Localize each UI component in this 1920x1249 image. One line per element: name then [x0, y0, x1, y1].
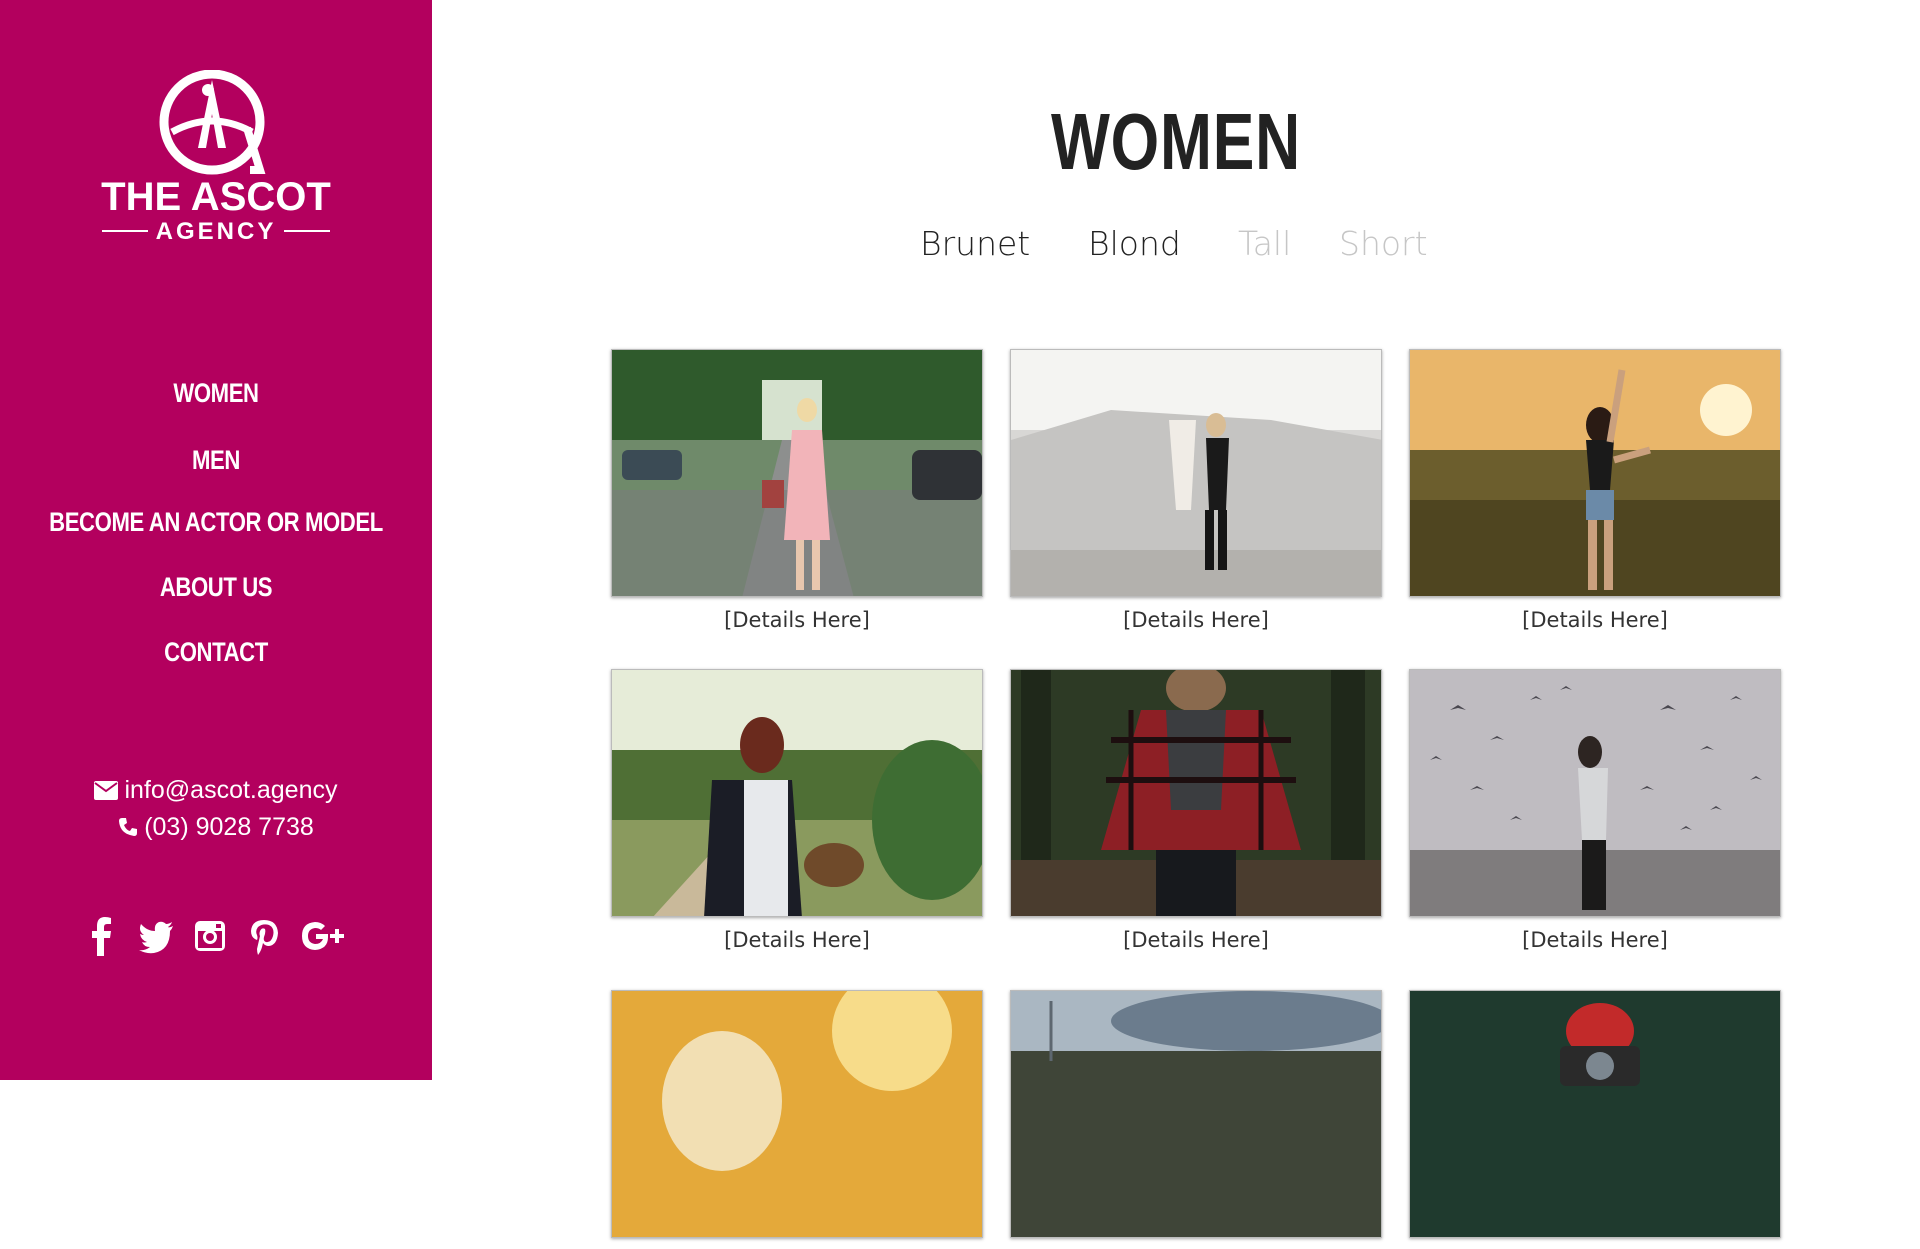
logo-line1: THE ASCOT: [101, 175, 331, 219]
phone-icon: [118, 815, 138, 844]
nav-about-us[interactable]: ABOUT US: [39, 572, 393, 603]
model-card[interactable]: [Details Here]: [611, 669, 983, 952]
twitter-icon[interactable]: [138, 916, 174, 956]
nav-women[interactable]: WOMEN: [39, 378, 393, 409]
model-photo[interactable]: [611, 669, 983, 917]
model-caption: [Details Here]: [1123, 608, 1269, 632]
pinterest-icon[interactable]: [246, 916, 282, 956]
model-card[interactable]: [Details Here]: [1409, 349, 1781, 632]
model-card[interactable]: [1010, 990, 1382, 1249]
model-caption: [Details Here]: [724, 608, 870, 632]
model-caption: [Details Here]: [1522, 928, 1668, 952]
filter-brunet[interactable]: Brunet: [920, 224, 1030, 263]
model-caption: [Details Here]: [724, 928, 870, 952]
model-card[interactable]: [Details Here]: [1409, 669, 1781, 952]
filter-short[interactable]: Short: [1339, 224, 1428, 263]
model-photo[interactable]: [611, 349, 983, 597]
contact-email[interactable]: info@ascot.agency: [124, 776, 337, 804]
logo-line2: AGENCY: [156, 218, 277, 245]
filter-tall[interactable]: Tall: [1238, 224, 1291, 263]
model-card[interactable]: [611, 990, 983, 1249]
model-card[interactable]: [1409, 990, 1781, 1249]
facebook-icon[interactable]: [84, 916, 120, 956]
model-card[interactable]: [Details Here]: [1010, 669, 1382, 952]
model-card[interactable]: [Details Here]: [1010, 349, 1382, 632]
model-photo[interactable]: [1409, 990, 1781, 1238]
nav-contact[interactable]: CONTACT: [39, 637, 393, 668]
model-photo[interactable]: [611, 990, 983, 1238]
sidebar: THE ASCOT AGENCY WOMEN MEN BECOME AN ACT…: [0, 0, 432, 1080]
model-photo[interactable]: [1409, 349, 1781, 597]
contact-email-row[interactable]: info@ascot.agency: [0, 776, 432, 807]
model-photo[interactable]: [1010, 990, 1382, 1238]
instagram-icon[interactable]: [192, 916, 228, 956]
page-title: WOMEN: [1050, 97, 1301, 186]
model-card[interactable]: [Details Here]: [611, 349, 983, 632]
model-caption: [Details Here]: [1123, 928, 1269, 952]
nav-become-actor-model[interactable]: BECOME AN ACTOR OR MODEL: [39, 507, 393, 538]
nav-men[interactable]: MEN: [39, 445, 393, 476]
model-photo[interactable]: [1010, 669, 1382, 917]
model-photo[interactable]: [1409, 669, 1781, 917]
envelope-icon: [94, 778, 119, 807]
model-photo[interactable]: [1010, 349, 1382, 597]
filter-blond[interactable]: Blond: [1088, 224, 1181, 263]
ascot-agency-logo[interactable]: THE ASCOT AGENCY: [92, 70, 340, 246]
contact-phone[interactable]: (03) 9028 7738: [144, 813, 314, 841]
model-caption: [Details Here]: [1522, 608, 1668, 632]
contact-phone-row[interactable]: (03) 9028 7738: [0, 813, 432, 844]
google-plus-icon[interactable]: [300, 916, 348, 956]
social-links: [0, 916, 432, 956]
main-content: WOMEN Brunet Blond Tall Short [Details H…: [432, 0, 1920, 1238]
